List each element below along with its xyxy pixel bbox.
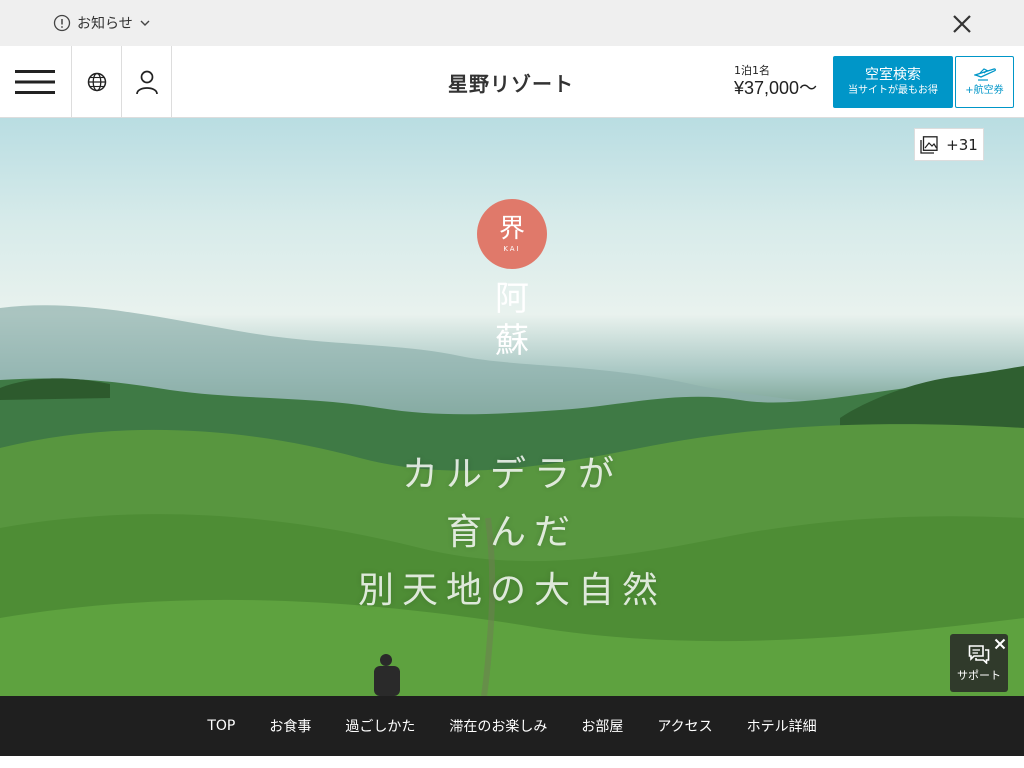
nav-access[interactable]: アクセス	[657, 716, 712, 736]
place-name: 阿 蘇	[487, 278, 537, 362]
tagline-line: 育んだ	[445, 512, 578, 553]
nav-how-to-spend[interactable]: 過ごしかた	[345, 716, 415, 736]
close-icon[interactable]	[948, 10, 976, 38]
availability-search-button[interactable]: 空室検索 当サイトが最もお得	[833, 56, 953, 108]
site-header: 星野リゾート 1泊1名 ¥37,000〜 空室検索 当サイトが最もお得 +航空券	[0, 46, 1024, 118]
user-icon	[135, 70, 158, 95]
price-unit: 1泊1名	[734, 64, 770, 77]
hamburger-menu-icon	[14, 70, 55, 94]
brand-mark-kanji: 界	[498, 213, 525, 244]
nav-activities[interactable]: 滞在のお楽しみ	[449, 716, 547, 736]
place-name-char: 阿	[495, 279, 529, 319]
nav-top[interactable]: TOP	[207, 718, 235, 734]
brand-mark-roman: KAI	[503, 244, 521, 253]
hotel-section-nav: TOP お食事 過ごしかた 滞在のお楽しみ お部屋 アクセス ホテル詳細	[0, 696, 1024, 756]
chevron-down-icon	[140, 20, 150, 26]
tagline-line: カルデラが	[401, 454, 622, 495]
price-value: ¥37,000〜	[734, 78, 818, 98]
globe-icon	[87, 72, 106, 92]
search-button-label: 空室検索	[865, 67, 921, 83]
flight-package-button[interactable]: +航空券	[955, 56, 1014, 108]
price-display: 1泊1名 ¥37,000〜	[734, 64, 826, 99]
hero-tagline: カルデラが 育んだ 別天地の大自然	[312, 446, 712, 620]
tagline-line: 別天地の大自然	[357, 570, 666, 611]
flight-button-label: +航空券	[965, 85, 1004, 96]
photo-gallery-button[interactable]: +31	[914, 128, 984, 161]
kai-brand-mark: 界 KAI	[477, 199, 547, 269]
brand-logo[interactable]: 星野リゾート	[448, 68, 578, 96]
support-close-icon[interactable]	[993, 636, 1007, 650]
menu-button[interactable]	[0, 46, 72, 118]
search-button-sublabel: 当サイトが最もお得	[848, 85, 938, 96]
image-gallery-icon	[920, 135, 938, 154]
support-label: サポート	[957, 668, 1001, 682]
notice-toggle[interactable]: お知らせ	[53, 13, 151, 33]
hero-visual: +31 界 KAI 阿 蘇 カルデラが 育んだ 別天地の大自然 サポート	[0, 118, 1024, 696]
place-name-char: 蘇	[495, 321, 529, 361]
nav-rooms[interactable]: お部屋	[581, 716, 623, 736]
nav-hotel-details[interactable]: ホテル詳細	[747, 716, 817, 736]
notice-bar: お知らせ	[0, 0, 1024, 46]
account-button[interactable]	[122, 46, 172, 118]
nav-dining[interactable]: お食事	[269, 716, 311, 736]
notice-label: お知らせ	[77, 16, 133, 32]
chat-bubble-icon	[968, 644, 990, 664]
info-circle-icon	[53, 14, 71, 32]
gallery-count: +31	[946, 135, 978, 154]
airplane-icon	[973, 68, 996, 81]
language-button[interactable]	[72, 46, 122, 118]
